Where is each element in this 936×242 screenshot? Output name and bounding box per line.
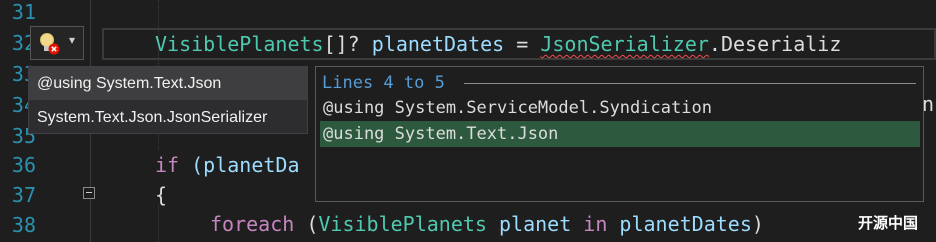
- lightbulb-error-icon: [40, 33, 60, 55]
- keyword-token: in: [583, 212, 608, 236]
- code-token: (: [294, 212, 319, 236]
- type-token: VisiblePlanets: [155, 32, 324, 56]
- variable-token: planet: [486, 212, 584, 236]
- code-token: .Deserializ: [708, 32, 842, 56]
- watermark: 开源中国: [858, 214, 919, 232]
- code-line-32: VisiblePlanets[]? planetDates = JsonSeri…: [155, 29, 841, 59]
- quick-actions-menu: @using System.Text.Json System.Text.Json…: [28, 66, 308, 134]
- keyword-token: foreach: [210, 212, 295, 236]
- variable-token: planetDates: [371, 32, 505, 56]
- collapse-toggle[interactable]: [83, 187, 95, 199]
- code-token: ): [751, 212, 764, 236]
- keyword-token: if: [155, 153, 180, 177]
- line-number: 36: [11, 153, 36, 177]
- line-number: 37: [11, 183, 36, 207]
- indent-guide: [158, 205, 159, 242]
- line-number: 31: [11, 0, 36, 24]
- preview-line-added: @using System.Text.Json: [320, 121, 920, 147]
- chevron-down-icon: ▾: [69, 33, 76, 47]
- preview-line: @using System.ServiceModel.Syndication: [323, 98, 712, 118]
- code-token: []?: [323, 32, 372, 56]
- quick-actions-button[interactable]: ▾: [30, 26, 84, 60]
- error-type-token[interactable]: JsonSerializer: [540, 32, 709, 56]
- change-preview-pane: Lines 4 to 5 @using System.ServiceModel.…: [315, 66, 924, 202]
- code-token: =: [504, 32, 541, 56]
- preview-header: Lines 4 to 5: [322, 73, 445, 93]
- code-line-37: {: [155, 183, 168, 207]
- variable-token: planetDates: [607, 212, 752, 236]
- preview-header-divider: [464, 83, 916, 84]
- menu-item-fully-qualify[interactable]: System.Text.Json.JsonSerializer: [29, 101, 307, 134]
- menu-item-using-system-text-json[interactable]: @using System.Text.Json: [29, 67, 307, 100]
- code-line-36: if (planetDa: [155, 150, 300, 180]
- code-line-38: foreach (VisiblePlanets planet in planet…: [210, 209, 764, 239]
- type-token: VisiblePlanets: [318, 212, 487, 236]
- line-number: 38: [11, 213, 36, 237]
- code-token: (planetDa: [179, 153, 300, 177]
